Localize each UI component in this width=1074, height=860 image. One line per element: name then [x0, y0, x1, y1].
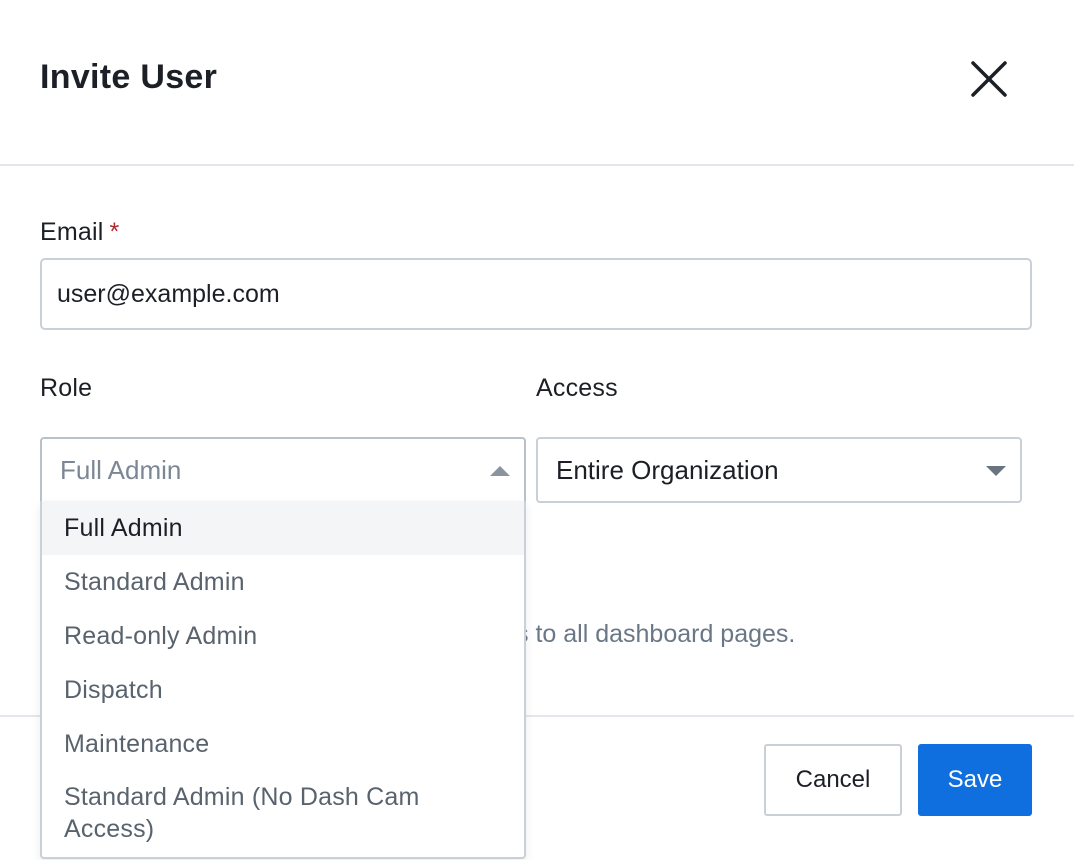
role-option-dispatch[interactable]: Dispatch	[42, 663, 524, 717]
close-icon	[971, 61, 1007, 97]
role-dropdown-menu: Full Admin Standard Admin Read-only Admi…	[40, 501, 526, 859]
access-label: Access	[536, 374, 618, 402]
email-label: Email *	[40, 218, 119, 247]
modal-title: Invite User	[40, 58, 218, 96]
email-label-text: Email	[40, 218, 104, 246]
cancel-button[interactable]: Cancel	[764, 744, 902, 816]
modal-header: Invite User	[0, 0, 1074, 166]
access-select[interactable]: Entire Organization	[536, 437, 1022, 503]
role-label: Role	[40, 374, 93, 402]
close-button[interactable]	[966, 56, 1012, 102]
role-option-maintenance[interactable]: Maintenance	[42, 717, 524, 771]
email-field[interactable]	[40, 258, 1032, 330]
caret-up-icon	[490, 466, 510, 476]
role-option-full-admin[interactable]: Full Admin	[42, 501, 524, 555]
save-button[interactable]: Save	[918, 744, 1032, 816]
role-select[interactable]: Full Admin	[40, 437, 526, 503]
role-option-read-only-admin[interactable]: Read-only Admin	[42, 609, 524, 663]
role-select-value: Full Admin	[60, 455, 182, 485]
invite-user-modal: Invite User Email* Role Access Full Admi…	[0, 0, 1074, 860]
role-option-standard-admin[interactable]: Standard Admin	[42, 555, 524, 609]
role-option-standard-admin-no-dash-cam[interactable]: Standard Admin (No Dash Cam Access)	[42, 781, 524, 845]
access-select-value: Entire Organization	[556, 455, 779, 485]
required-marker: *	[109, 218, 120, 246]
caret-down-icon	[986, 466, 1006, 476]
role-description-text: s to all dashboard pages.	[516, 620, 796, 648]
